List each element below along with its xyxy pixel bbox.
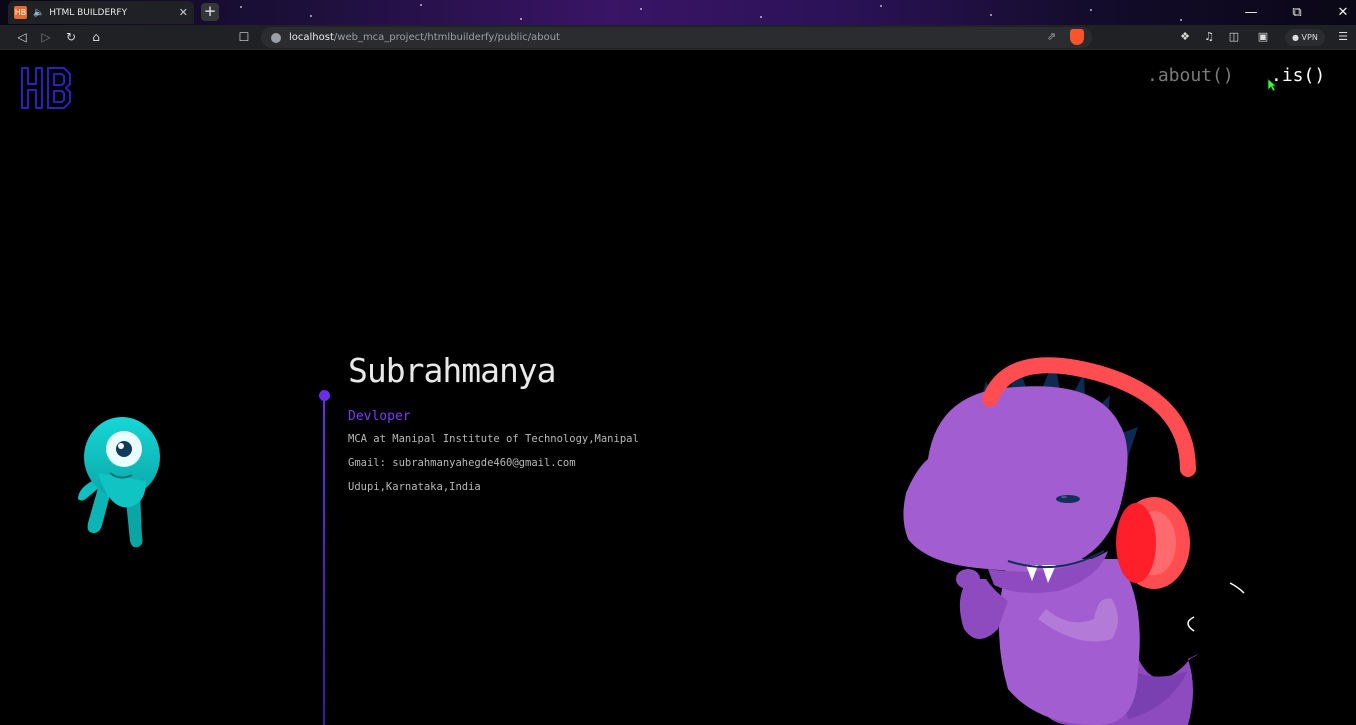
timeline-dot bbox=[319, 390, 330, 401]
profile-location: Udupi,Karnataka,India bbox=[348, 481, 481, 493]
vpn-label: VPN bbox=[1301, 33, 1318, 42]
about-page: .about() .is() Subrahmanya Devloper MCA … bbox=[0, 51, 1356, 725]
share-icon[interactable]: ⇗ bbox=[1047, 30, 1056, 43]
tab-favicon-icon: HB bbox=[14, 6, 27, 19]
url-host: localhost bbox=[289, 32, 334, 43]
address-bar[interactable]: localhost/web_mca_project/htmlbuilderfy/… bbox=[261, 27, 1092, 48]
profile-email: Gmail: subrahmanyahegde460@gmail.com bbox=[348, 457, 576, 469]
tab-title: HTML BUILDERFY bbox=[49, 7, 128, 18]
new-tab-button[interactable]: + bbox=[201, 3, 219, 21]
back-icon[interactable]: ◁ bbox=[14, 29, 30, 45]
wallet-icon[interactable]: ▣ bbox=[1256, 30, 1270, 43]
media-icon[interactable]: ♫ bbox=[1202, 30, 1216, 43]
hb-logo-icon[interactable] bbox=[20, 66, 72, 110]
dino-headphones-icon bbox=[903, 357, 1245, 725]
sidebar-icon[interactable]: ◫ bbox=[1227, 30, 1241, 43]
browser-toolbar: ◁ ▷ ↻ ⌂ ☐ localhost/web_mca_project/html… bbox=[0, 25, 1356, 50]
bookmark-icon[interactable]: ☐ bbox=[236, 29, 252, 45]
profile-name: Subrahmanya bbox=[348, 351, 557, 390]
nav-is-link[interactable]: .is() bbox=[1271, 65, 1325, 86]
speaker-icon[interactable]: 🔈 bbox=[33, 8, 44, 18]
cyclops-mascot-icon bbox=[78, 417, 160, 548]
nav-about-link[interactable]: .about() bbox=[1147, 65, 1234, 86]
url-path: /web_mca_project/htmlbuilderfy/public/ab… bbox=[333, 32, 560, 43]
extensions-icon[interactable]: ❖ bbox=[1178, 30, 1192, 43]
window-close-icon[interactable]: ✕ bbox=[1333, 5, 1353, 20]
profile-education: MCA at Manipal Institute of Technology,M… bbox=[348, 433, 639, 445]
home-icon[interactable]: ⌂ bbox=[88, 29, 104, 45]
vpn-button[interactable]: ● VPN bbox=[1285, 29, 1325, 46]
reload-icon[interactable]: ↻ bbox=[63, 29, 79, 45]
browser-tab[interactable]: HB 🔈 HTML BUILDERFY ✕ bbox=[8, 1, 194, 24]
tab-close-icon[interactable]: ✕ bbox=[179, 6, 188, 19]
mouse-cursor-icon bbox=[1267, 78, 1277, 92]
profile-role: Devloper bbox=[348, 409, 411, 424]
site-info-icon[interactable] bbox=[271, 32, 281, 43]
brave-shield-icon[interactable] bbox=[1070, 29, 1084, 45]
menu-icon[interactable]: ☰ bbox=[1336, 30, 1350, 43]
timeline-line bbox=[323, 396, 325, 725]
forward-icon[interactable]: ▷ bbox=[38, 29, 54, 45]
browser-tab-bar: HB 🔈 HTML BUILDERFY ✕ + — ⧉ ✕ bbox=[0, 0, 1356, 25]
minimize-icon[interactable]: — bbox=[1241, 5, 1261, 20]
restore-icon[interactable]: ⧉ bbox=[1287, 5, 1307, 20]
